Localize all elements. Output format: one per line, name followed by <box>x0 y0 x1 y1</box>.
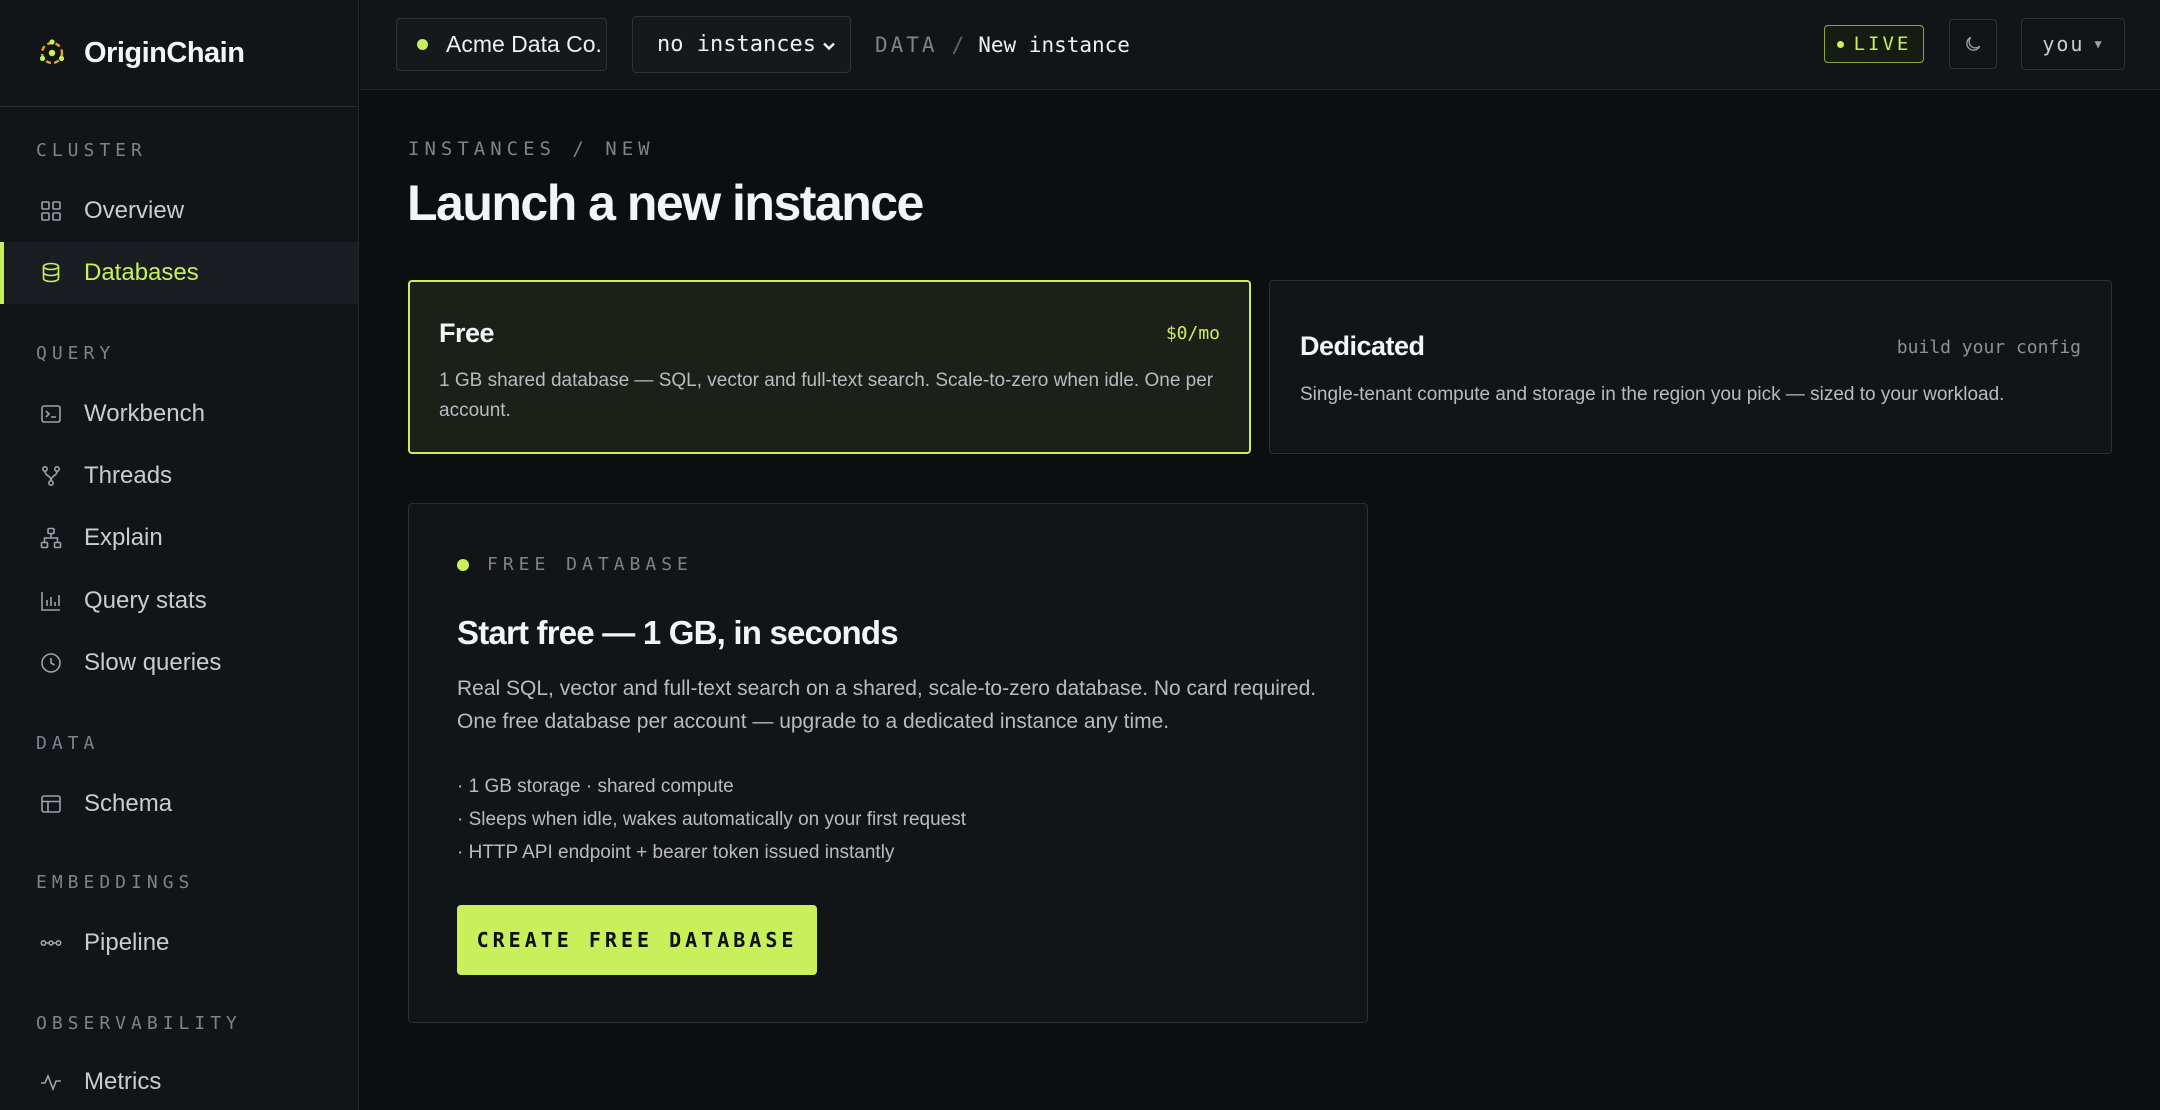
panel-eyebrow: FREE DATABASE <box>457 554 693 575</box>
create-free-database-button[interactable]: CREATE FREE DATABASE <box>457 905 817 975</box>
sidebar-item-threads[interactable]: Threads <box>0 445 358 507</box>
sidebar-item-label: Slow queries <box>84 649 222 676</box>
breadcrumb-separator: / <box>951 33 965 57</box>
chevron-down-icon <box>823 42 835 51</box>
breadcrumb-section[interactable]: DATA <box>875 33 938 57</box>
instance-select-value: no instances <box>657 32 816 57</box>
plan-price: $0/mo <box>1165 323 1220 344</box>
nav-section-embeddings: EMBEDDINGS <box>36 872 195 893</box>
nav-section-cluster: CLUSTER <box>36 140 147 161</box>
plan-name: Dedicated <box>1300 331 1425 361</box>
sidebar-item-label: Databases <box>84 259 199 286</box>
live-badge: LIVE <box>1824 25 1924 63</box>
feature-list: · 1 GB storage · shared compute · Sleeps… <box>457 770 966 869</box>
database-icon <box>38 260 64 286</box>
tree-icon <box>38 525 64 551</box>
sidebar: OriginChain CLUSTER Overview Databases Q… <box>0 0 359 1110</box>
breadcrumb: DATA / New instance <box>875 28 1130 62</box>
nav-section-observability: OBSERVABILITY <box>36 1013 242 1034</box>
nav-section-data: DATA <box>36 733 100 754</box>
topbar: Acme Data Co. no instances DATA / New in… <box>360 0 2160 90</box>
plan-price: build your config <box>1896 337 2081 358</box>
live-label: LIVE <box>1853 33 1912 55</box>
plan-card-dedicated[interactable]: Dedicated build your config Single-tenan… <box>1269 280 2112 454</box>
sidebar-item-pipeline[interactable]: Pipeline <box>0 912 358 974</box>
panel-description: Real SQL, vector and full-text search on… <box>457 677 1317 733</box>
page-eyebrow: INSTANCES / NEW <box>408 138 655 160</box>
sidebar-item-label: Overview <box>84 197 185 224</box>
user-name: you <box>2042 32 2085 56</box>
sidebar-item-slow-queries[interactable]: Slow queries <box>0 632 358 694</box>
nav-section-query: QUERY <box>36 343 116 364</box>
branch-icon <box>38 463 64 489</box>
theme-toggle-button[interactable] <box>1949 19 1997 69</box>
origin-logo-icon <box>39 39 65 65</box>
moon-icon <box>1966 36 1981 51</box>
clock-icon <box>38 650 64 676</box>
status-dot <box>457 558 469 571</box>
plan-description: Single-tenant compute and storage in the… <box>1300 384 2005 405</box>
sidebar-item-explain[interactable]: Explain <box>0 507 358 569</box>
panel-eyebrow-label: FREE DATABASE <box>487 554 693 575</box>
sidebar-item-label: Metrics <box>84 1068 162 1095</box>
plan-name: Free <box>439 318 495 348</box>
sidebar-item-label: Explain <box>84 524 163 551</box>
brand[interactable]: OriginChain <box>0 0 358 107</box>
breadcrumb-current: New instance <box>978 33 1130 57</box>
sidebar-item-databases[interactable]: Databases <box>0 242 358 304</box>
list-item: · HTTP API endpoint + bearer token issue… <box>457 842 895 863</box>
panel-title: Start free — 1 GB, in seconds <box>457 614 899 651</box>
bar-chart-icon <box>38 588 64 614</box>
sidebar-item-label: Pipeline <box>84 929 170 956</box>
sidebar-item-metrics[interactable]: Metrics <box>0 1051 358 1110</box>
list-item: · Sleeps when idle, wakes automatically … <box>457 809 967 830</box>
brand-name: OriginChain <box>84 36 245 69</box>
live-dot <box>1836 40 1844 48</box>
sidebar-item-schema[interactable]: Schema <box>0 773 358 835</box>
page-title: Launch a new instance <box>407 175 924 231</box>
plan-card-free[interactable]: Free $0/mo 1 GB shared database — SQL, v… <box>408 280 1251 454</box>
org-status-dot <box>417 39 428 50</box>
sidebar-item-query-stats[interactable]: Query stats <box>0 570 358 632</box>
sidebar-item-label: Workbench <box>84 400 205 427</box>
pulse-icon <box>38 1069 64 1095</box>
sidebar-item-overview[interactable]: Overview <box>0 180 358 242</box>
sidebar-item-label: Schema <box>84 790 173 817</box>
table-icon <box>38 791 64 817</box>
org-switcher[interactable]: Acme Data Co. <box>396 18 607 71</box>
sidebar-item-label: Query stats <box>84 587 207 614</box>
instance-select[interactable]: no instances <box>632 16 851 73</box>
pipeline-icon <box>38 930 64 956</box>
sidebar-item-workbench[interactable]: Workbench <box>0 383 358 445</box>
terminal-icon <box>38 401 64 427</box>
caret-down-icon: ▼ <box>2094 37 2104 51</box>
sidebar-item-label: Threads <box>84 462 173 489</box>
grid-icon <box>38 198 64 224</box>
user-menu-button[interactable]: you ▼ <box>2021 18 2125 70</box>
plan-description: 1 GB shared database — SQL, vector and f… <box>439 370 1214 421</box>
org-name: Acme Data Co. <box>446 31 602 57</box>
list-item: · 1 GB storage · shared compute <box>457 776 734 797</box>
free-database-panel: FREE DATABASE Start free — 1 GB, in seco… <box>408 503 1368 1023</box>
